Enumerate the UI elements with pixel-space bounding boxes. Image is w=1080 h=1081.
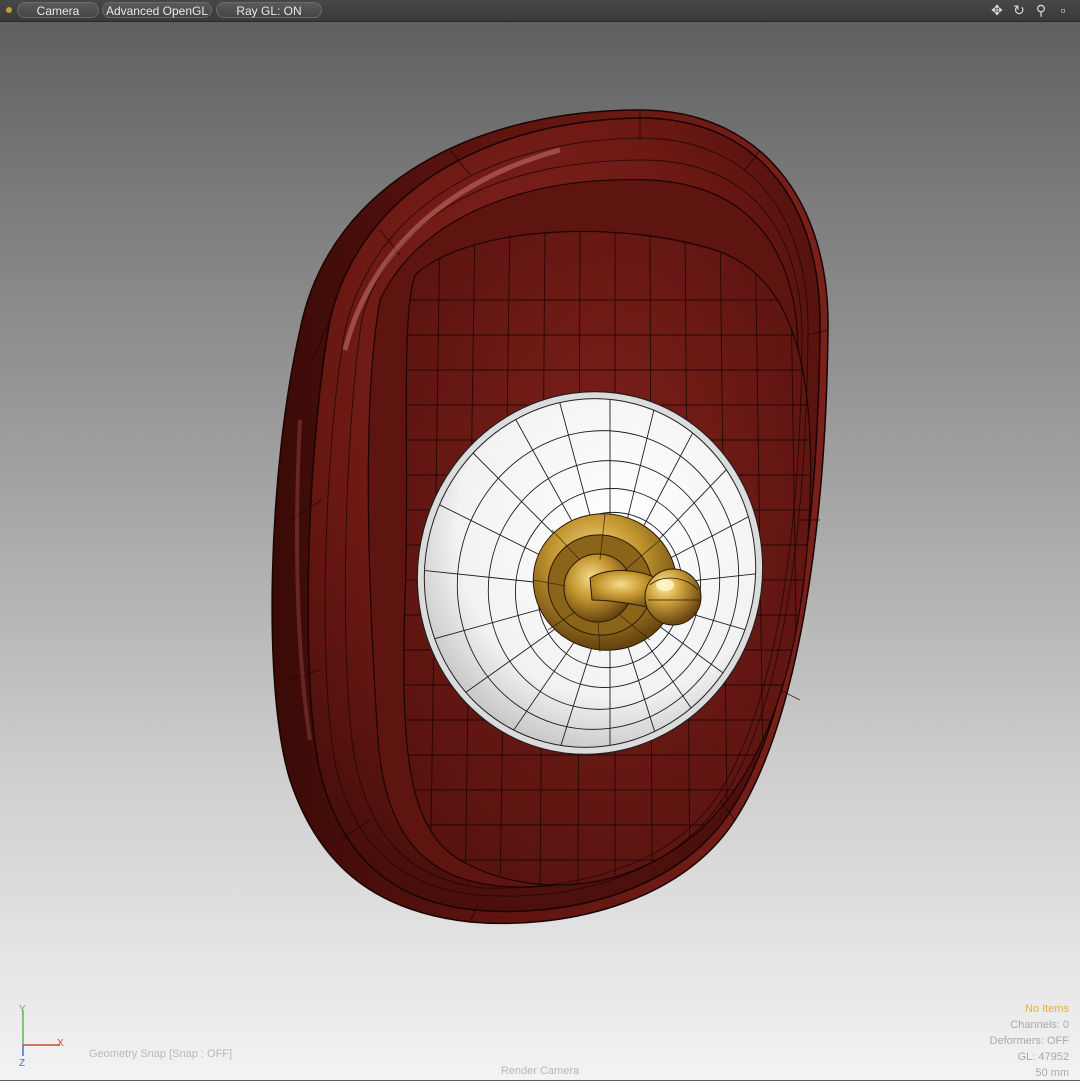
view-label: Render Camera <box>500 1065 580 1077</box>
3d-viewport[interactable] <box>0 0 1080 1080</box>
viewport-info: No Items Channels: 0 Deformers: OFF GL: … <box>990 1001 1069 1081</box>
selection-status: No Items <box>1024 1003 1069 1015</box>
gl-count: GL: 47952 <box>1017 1051 1069 1063</box>
channels-status: Channels: 0 <box>1010 1019 1069 1031</box>
axis-x-label: X <box>57 1038 64 1049</box>
axis-gizmo: Y X Z <box>19 1004 64 1069</box>
axis-y-label: Y <box>19 1004 26 1015</box>
focal-length: 50 mm <box>1035 1067 1069 1079</box>
snap-status: Geometry Snap [Snap : OFF] <box>89 1048 233 1060</box>
deformers-status: Deformers: OFF <box>989 1035 1069 1047</box>
toggle-knob <box>644 568 702 626</box>
